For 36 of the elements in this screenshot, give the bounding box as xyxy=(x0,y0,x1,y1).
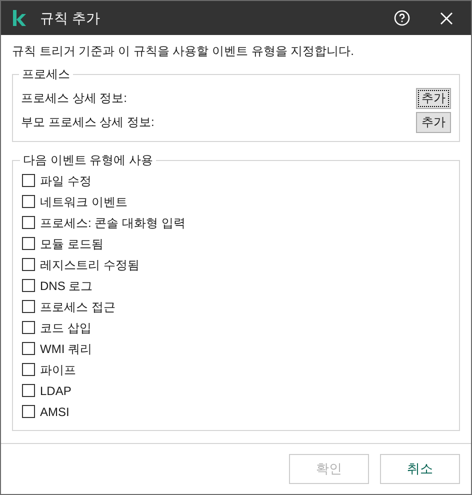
checkbox[interactable] xyxy=(22,363,35,376)
checkbox-label: 프로세스: 콘솔 대화형 입력 xyxy=(40,214,186,232)
checkbox[interactable] xyxy=(22,321,35,334)
checkbox-label: 네트워크 이벤트 xyxy=(40,194,128,210)
add-button[interactable]: 추가 xyxy=(416,88,451,108)
field-label: 부모 프로세스 상세 정보: xyxy=(21,114,154,131)
add-button[interactable]: 추가 xyxy=(416,112,451,132)
description-text: 규칙 트리거 기준과 이 규칙을 사용할 이벤트 유형을 지정합니다. xyxy=(12,43,356,59)
group-title: 다음 이벤트 유형에 사용 xyxy=(22,152,154,169)
checkbox-label: 프로세스 접근 xyxy=(40,298,116,316)
checkbox[interactable] xyxy=(22,342,35,355)
dialog-button[interactable]: 취소 xyxy=(380,454,460,484)
checkbox-label: 파일 수정 xyxy=(40,172,92,190)
checkbox-label: 레지스트리 수정됨 xyxy=(40,256,140,274)
window-title: 규칙 추가 xyxy=(40,8,100,28)
checkbox[interactable] xyxy=(22,216,35,229)
field-label: 프로세스 상세 정보: xyxy=(21,90,128,107)
close-icon[interactable] xyxy=(440,12,453,24)
group-title: 프로세스 xyxy=(21,66,71,83)
checkbox-label: AMSI xyxy=(40,404,70,420)
help-icon[interactable] xyxy=(394,10,410,26)
checkbox-label: DNS 로그 xyxy=(40,278,93,294)
logo-icon xyxy=(13,10,26,26)
checkbox[interactable] xyxy=(22,174,35,187)
checkbox[interactable] xyxy=(22,195,35,208)
checkbox[interactable] xyxy=(22,258,35,271)
checkbox-label: WMI 쿼리 xyxy=(40,340,92,358)
checkbox-label: 코드 삽입 xyxy=(40,320,92,336)
checkbox[interactable] xyxy=(22,405,35,418)
checkbox-label: 파이프 xyxy=(40,362,76,378)
checkbox[interactable] xyxy=(22,279,35,292)
checkbox-label: LDAP xyxy=(40,382,72,400)
checkbox[interactable] xyxy=(22,300,35,313)
checkbox[interactable] xyxy=(22,237,35,250)
checkbox-label: 모듈 로드됨 xyxy=(40,236,104,252)
checkbox[interactable] xyxy=(22,384,35,397)
